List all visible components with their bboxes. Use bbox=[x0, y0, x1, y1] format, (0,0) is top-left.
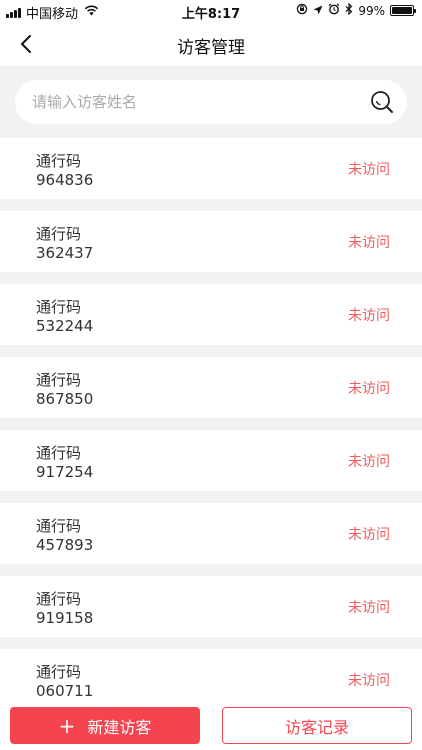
list-item[interactable]: 通行码 917254 未访问 bbox=[0, 430, 422, 491]
list-item[interactable]: 通行码 867850 未访问 bbox=[0, 357, 422, 418]
list-item[interactable]: 通行码 457893 未访问 bbox=[0, 503, 422, 564]
status-badge: 未访问 bbox=[348, 600, 390, 616]
item-label: 通行码 bbox=[36, 517, 82, 535]
item-label: 通行码 bbox=[36, 590, 82, 608]
search-icon[interactable] bbox=[369, 89, 395, 115]
item-label: 通行码 bbox=[36, 444, 82, 462]
status-right: 99% bbox=[296, 2, 416, 18]
item-label: 通行码 bbox=[36, 371, 82, 389]
pass-code: 919158 bbox=[36, 609, 94, 627]
page-title: 访客管理 bbox=[177, 38, 245, 58]
pass-code: 917254 bbox=[36, 463, 94, 481]
item-label: 通行码 bbox=[36, 298, 82, 316]
search-input[interactable] bbox=[15, 80, 355, 124]
list-item[interactable]: 通行码 919158 未访问 bbox=[0, 576, 422, 637]
status-badge: 未访问 bbox=[348, 381, 390, 397]
list-item[interactable]: 通行码 532244 未访问 bbox=[0, 284, 422, 345]
item-label: 通行码 bbox=[36, 152, 82, 170]
new-visitor-button[interactable]: + 新建访客 bbox=[10, 707, 200, 744]
status-badge: 未访问 bbox=[348, 673, 390, 689]
location-icon bbox=[313, 4, 323, 18]
bluetooth-icon bbox=[345, 2, 353, 18]
orientation-lock-icon bbox=[296, 3, 308, 18]
list-item[interactable]: 通行码 362437 未访问 bbox=[0, 211, 422, 272]
search-bar bbox=[15, 80, 407, 124]
pass-code: 060711 bbox=[36, 682, 94, 700]
nav-bar: 访客管理 bbox=[0, 22, 422, 66]
item-label: 通行码 bbox=[36, 663, 82, 681]
status-badge: 未访问 bbox=[348, 527, 390, 543]
alarm-icon bbox=[328, 3, 340, 18]
pass-code: 362437 bbox=[36, 244, 94, 262]
pass-code: 532244 bbox=[36, 317, 94, 335]
status-badge: 未访问 bbox=[348, 454, 390, 470]
bottom-bar: + 新建访客 访客记录 bbox=[0, 700, 422, 750]
status-bar: 中国移动 上午8:17 99% bbox=[0, 0, 422, 22]
visitor-records-label: 访客记录 bbox=[284, 717, 349, 737]
battery-percent: 99% bbox=[358, 3, 385, 18]
pass-code: 964836 bbox=[36, 171, 94, 189]
battery-icon bbox=[390, 5, 416, 16]
plus-icon: + bbox=[58, 713, 76, 738]
list-item[interactable]: 通行码 964836 未访问 bbox=[0, 138, 422, 199]
status-badge: 未访问 bbox=[348, 308, 390, 324]
pass-code: 457893 bbox=[36, 536, 94, 554]
visitor-records-button[interactable]: 访客记录 bbox=[222, 707, 412, 744]
pass-code: 867850 bbox=[36, 390, 94, 408]
item-label: 通行码 bbox=[36, 225, 82, 243]
status-badge: 未访问 bbox=[348, 162, 390, 178]
new-visitor-label: 新建访客 bbox=[87, 717, 152, 737]
status-badge: 未访问 bbox=[348, 235, 390, 251]
